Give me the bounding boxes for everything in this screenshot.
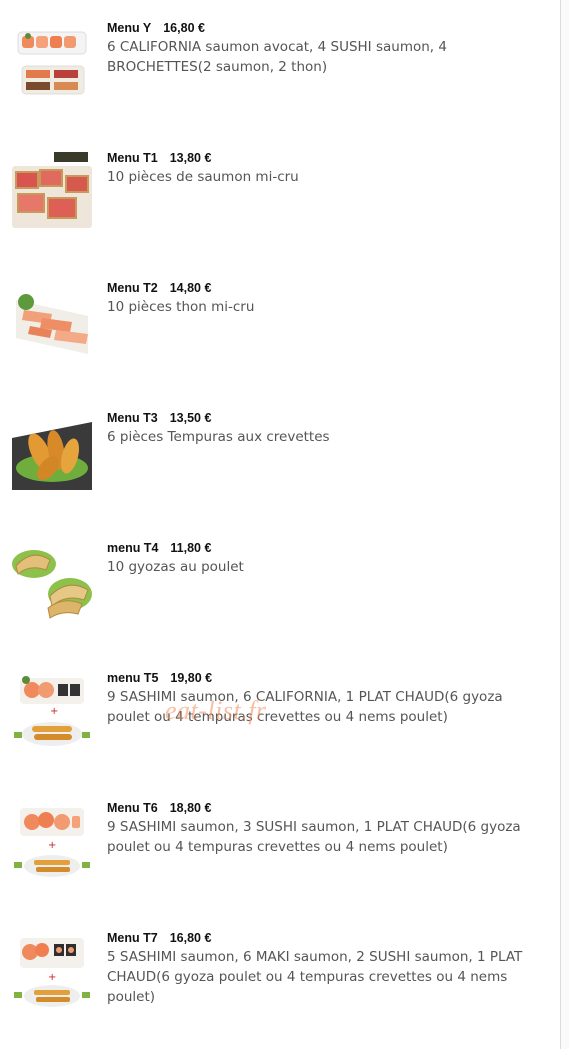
menu-item[interactable]: Menu T2 14,80 € 10 pièces thon mi-cru (0, 280, 560, 390)
menu-item-text: Menu Y 16,80 € 6 CALIFORNIA saumon avocat… (107, 20, 537, 77)
plus-icon: + (48, 972, 56, 983)
menu-item-price: 14,80 € (169, 281, 212, 295)
menu-item[interactable]: Menu T3 13,50 € 6 pièces Tempuras aux cre… (0, 410, 560, 520)
menu-item-photo (12, 412, 92, 492)
menu-item-name: Menu T6 (107, 801, 158, 815)
menu-item-photo: + (12, 672, 92, 752)
menu-item-description: 6 pièces Tempuras aux crevettes (107, 429, 330, 445)
menu-item[interactable]: menu T4 11,80 € 10 gyozas au poulet (0, 540, 560, 650)
menu-item-photo (12, 282, 92, 362)
menu-item-text: Menu T1 13,80 € 10 pièces de saumon mi-cr… (107, 150, 537, 187)
menu-item-text: menu T5 19,80 € 9 SASHIMI saumon, 6 CALIF… (107, 670, 537, 727)
menu-item-description: 6 CALIFORNIA saumon avocat, 4 SUSHI saum… (107, 39, 447, 75)
menu-item-photo (12, 542, 92, 622)
menu-item-price: 16,80 € (169, 931, 212, 945)
menu-item-title: Menu T1 13,80 € (107, 150, 537, 166)
menu-item[interactable]: + Menu T6 18,80 € 9 SASHIMI saumon, 3 SUS… (0, 800, 560, 910)
menu-item-text: menu T4 11,80 € 10 gyozas au poulet (107, 540, 537, 577)
menu-item-name: Menu T1 (107, 151, 158, 165)
menu-item-title: menu T5 19,80 € (107, 670, 537, 686)
menu-item-name: menu T4 (107, 541, 159, 555)
menu-item-price: 18,80 € (169, 801, 212, 815)
plus-icon: + (48, 840, 56, 851)
menu-item-description: 9 SASHIMI saumon, 6 CALIFORNIA, 1 PLAT C… (107, 689, 503, 725)
menu-item-text: Menu T7 16,80 € 5 SASHIMI saumon, 6 MAKI … (107, 930, 537, 1007)
menu-item-price: 19,80 € (170, 671, 213, 685)
menu-item-description: 10 gyozas au poulet (107, 559, 244, 575)
menu-item[interactable]: + Menu T7 16,80 € 5 SASHIMI saumon, 6 MAK… (0, 930, 560, 1040)
menu-item-photo: + (12, 932, 92, 1012)
menu-item-title: Menu T2 14,80 € (107, 280, 537, 296)
menu-item-name: menu T5 (107, 671, 159, 685)
menu-item-text: Menu T2 14,80 € 10 pièces thon mi-cru (107, 280, 537, 317)
menu-item-title: Menu T6 18,80 € (107, 800, 537, 816)
menu-item-name: Menu T7 (107, 931, 158, 945)
menu-item[interactable]: Menu Y 16,80 € 6 CALIFORNIA saumon avocat… (0, 20, 560, 130)
menu-item[interactable]: Menu T1 13,80 € 10 pièces de saumon mi-cr… (0, 150, 560, 260)
menu-item-price: 13,50 € (169, 411, 212, 425)
menu-item-description: 9 SASHIMI saumon, 3 SUSHI saumon, 1 PLAT… (107, 819, 521, 855)
menu-item-text: Menu T6 18,80 € 9 SASHIMI saumon, 3 SUSHI… (107, 800, 537, 857)
menu-item-title: Menu T7 16,80 € (107, 930, 537, 946)
menu-item-description: 5 SASHIMI saumon, 6 MAKI saumon, 2 SUSHI… (107, 949, 523, 1005)
menu-item-photo (12, 152, 92, 232)
menu-item-price: 13,80 € (169, 151, 212, 165)
menu-item-title: Menu T3 13,50 € (107, 410, 537, 426)
menu-item-name: Menu Y (107, 21, 152, 35)
menu-item-price: 11,80 € (170, 541, 212, 555)
page-right-border (560, 0, 569, 1049)
menu-item-title: Menu Y 16,80 € (107, 20, 537, 36)
menu-item-photo: + (12, 802, 92, 882)
menu-item-description: 10 pièces de saumon mi-cru (107, 169, 299, 185)
menu-item-photo (12, 22, 92, 102)
menu-item-name: Menu T2 (107, 281, 158, 295)
menu-item-name: Menu T3 (107, 411, 158, 425)
menu-item-description: 10 pièces thon mi-cru (107, 299, 255, 315)
menu-item-title: menu T4 11,80 € (107, 540, 537, 556)
menu-item-text: Menu T3 13,50 € 6 pièces Tempuras aux cre… (107, 410, 537, 447)
menu-item-price: 16,80 € (163, 21, 205, 35)
plus-icon: + (50, 706, 58, 717)
menu-item[interactable]: + menu T5 19,80 € 9 SASHIMI saumon, 6 CAL… (0, 670, 560, 780)
